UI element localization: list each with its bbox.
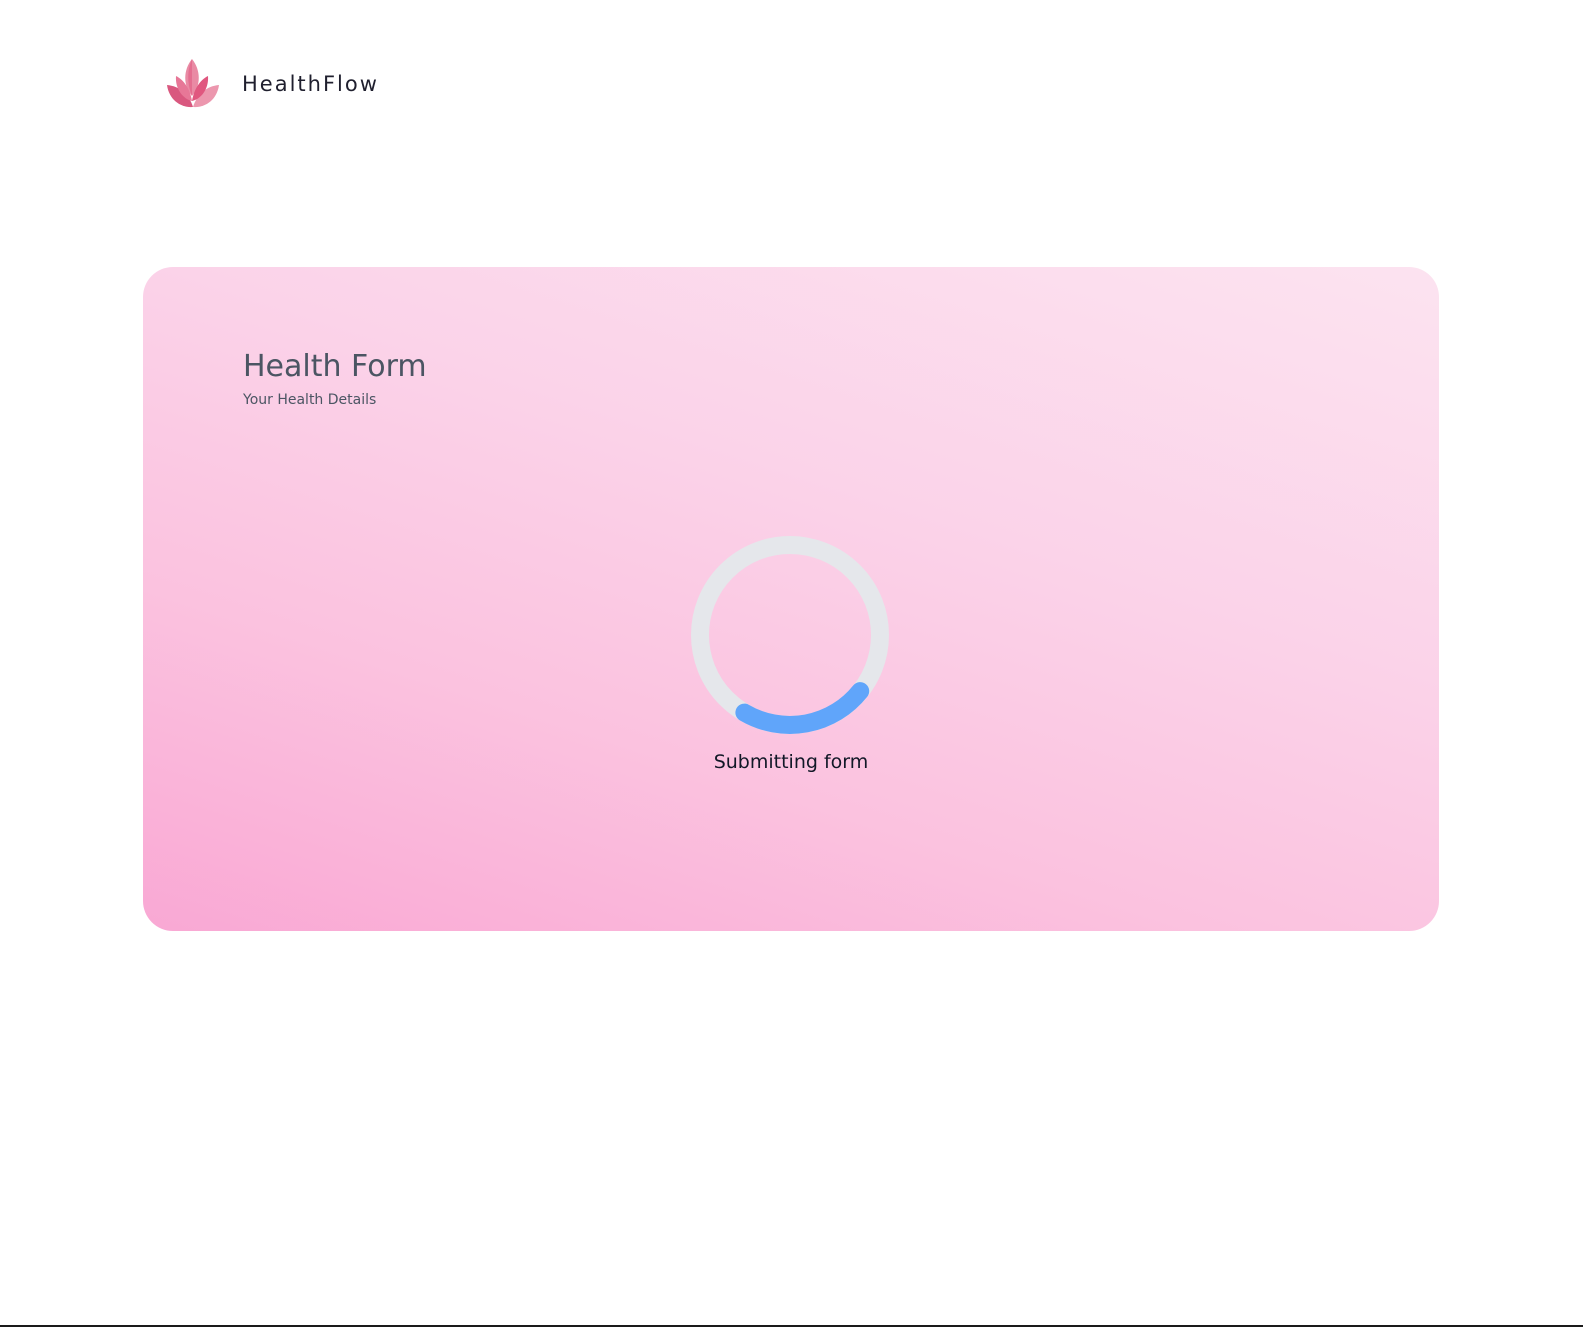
app-header: HealthFlow: [163, 56, 379, 112]
health-form-card: Health Form Your Health Details Submitti…: [143, 267, 1439, 931]
form-subtitle: Your Health Details: [243, 392, 377, 408]
brand-name: HealthFlow: [242, 72, 379, 96]
loading-spinner-icon: [691, 536, 889, 734]
spinner-arc: [735, 682, 870, 734]
page: HealthFlow Health Form Your Health Detai…: [0, 0, 1583, 1327]
submission-status: Submitting form: [713, 751, 869, 773]
form-title: Health Form: [243, 349, 427, 384]
lotus-icon: [167, 59, 219, 108]
